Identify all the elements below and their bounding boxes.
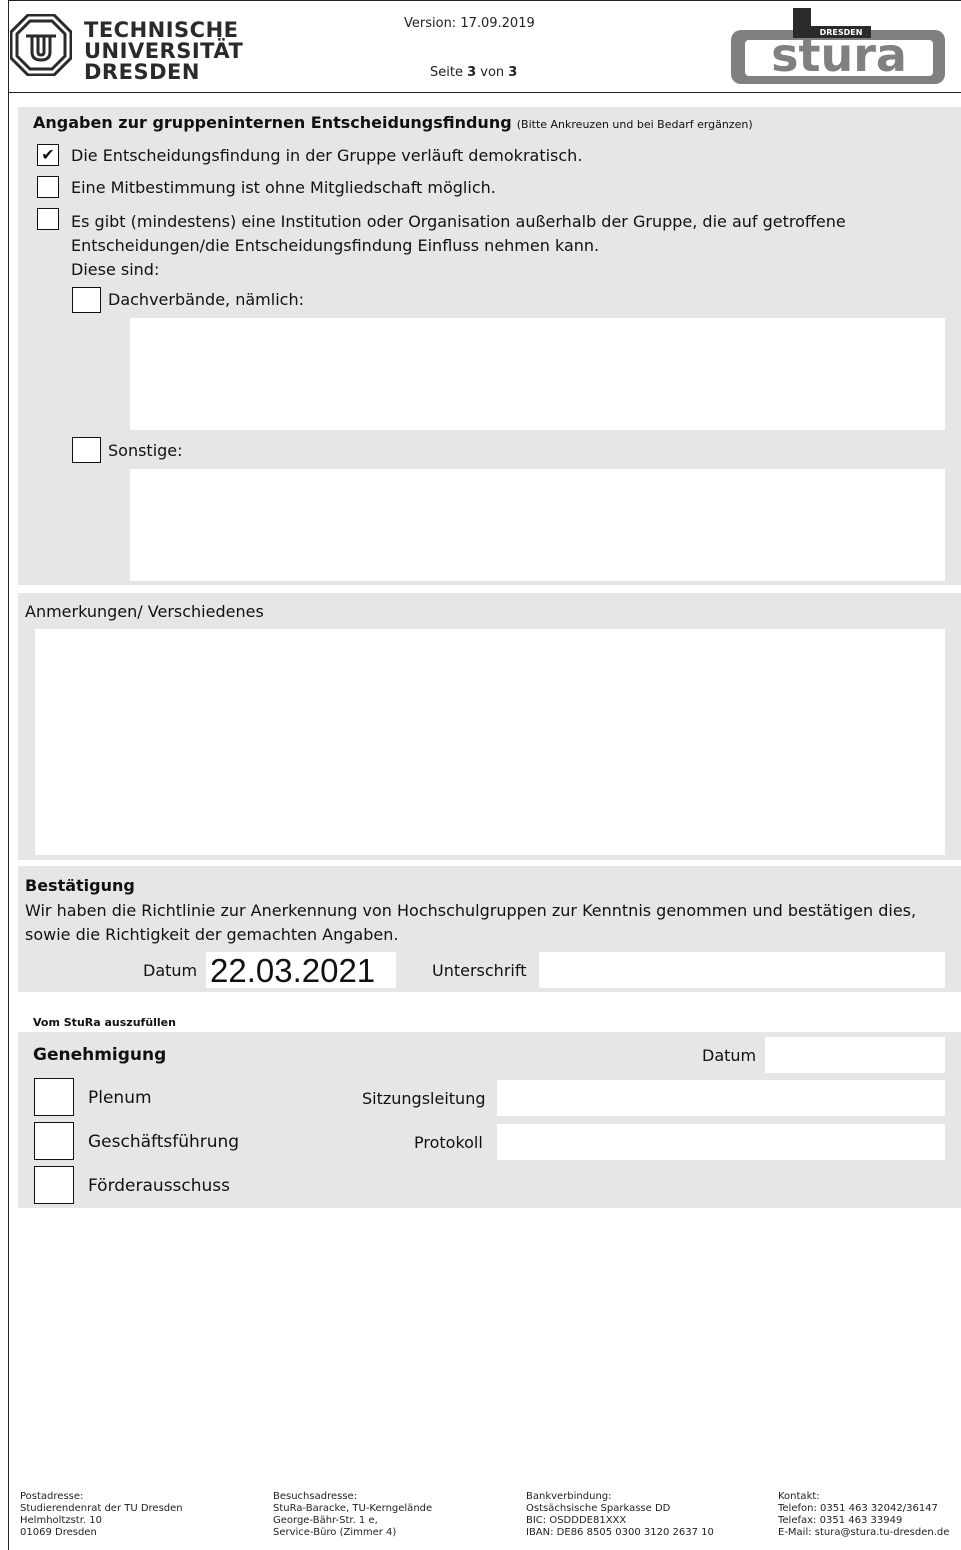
version-label: Version: 17.09.2019: [404, 16, 535, 31]
stura-caption: Vom StuRa auszufüllen: [33, 1016, 176, 1029]
footer-contact: Kontakt: Telefon: 0351 463 32042/36147 Tel…: [778, 1491, 950, 1538]
minutes-field[interactable]: [497, 1124, 945, 1160]
stura-logo-icon: stura DRESDEN: [731, 8, 945, 84]
umbrella-orgs-label: Dachverbände, nämlich:: [108, 290, 304, 309]
checkbox-codetermination[interactable]: [37, 176, 59, 198]
checkbox-plenum[interactable]: [34, 1078, 74, 1116]
signature-field[interactable]: [539, 952, 945, 988]
confirmation-date-field[interactable]: 22.03.2021: [206, 952, 396, 989]
notes-field[interactable]: [35, 629, 945, 855]
umbrella-orgs-field[interactable]: [130, 318, 945, 430]
page-frame-left: [8, 0, 9, 1550]
option-external-influence-label: Es gibt (mindestens) eine Institution od…: [71, 212, 846, 279]
signature-label: Unterschrift: [432, 961, 527, 980]
checkbox-external-influence[interactable]: [37, 208, 59, 230]
funding-committee-label: Förderausschuss: [88, 1176, 231, 1196]
checkbox-democratic[interactable]: ✔: [37, 144, 59, 166]
tu-logo-line-3: DRESDEN: [84, 60, 200, 84]
checkbox-umbrella-orgs[interactable]: [72, 287, 101, 313]
notes-title: Anmerkungen/ Verschiedenes: [25, 602, 264, 621]
option-democratic-label: Die Entscheidungsfindung in der Gruppe v…: [71, 146, 583, 165]
tu-dresden-logo-icon: [9, 13, 73, 77]
meeting-lead-field[interactable]: [497, 1080, 945, 1116]
page-number: Seite 3 von 3: [430, 65, 518, 80]
footer-bank: Bankverbindung: Ostsächsische Sparkasse D…: [526, 1491, 714, 1538]
footer-postal-address: Postadresse: Studierendenrat der TU Dresd…: [20, 1491, 183, 1538]
plenum-label: Plenum: [88, 1088, 152, 1108]
svg-text:DRESDEN: DRESDEN: [820, 28, 863, 37]
checkbox-funding-committee[interactable]: [34, 1166, 74, 1204]
approval-date-field[interactable]: [765, 1037, 945, 1073]
stura-logo: stura DRESDEN: [729, 8, 949, 86]
confirmation-title: Bestätigung: [25, 876, 135, 895]
tu-logo-line-1: TECHNISCHE: [84, 18, 239, 42]
confirmation-date-label: Datum: [143, 961, 198, 980]
option-codetermination-label: Eine Mitbestimmung ist ohne Mitgliedscha…: [71, 178, 496, 197]
header-divider: [8, 92, 961, 93]
meeting-lead-label: Sitzungsleitung: [362, 1089, 486, 1108]
page-frame-top: [8, 0, 961, 1]
tu-logo-line-2: UNIVERSITÄT: [84, 39, 244, 63]
other-label: Sonstige:: [108, 441, 183, 460]
footer-visit-address: Besuchsadresse: StuRa-Baracke, TU-Kerngel…: [273, 1491, 433, 1538]
checkbox-other[interactable]: [72, 437, 101, 463]
other-field[interactable]: [130, 469, 945, 581]
confirmation-text: Wir haben die Richtlinie zur Anerkennung…: [25, 901, 917, 944]
minutes-label: Protokoll: [414, 1133, 483, 1152]
management-label: Geschäftsführung: [88, 1132, 240, 1152]
checkbox-management[interactable]: [34, 1122, 74, 1160]
decision-title: Angaben zur gruppeninternen Entscheidung…: [33, 113, 753, 132]
approval-title: Genehmigung: [33, 1045, 167, 1065]
approval-date-label: Datum: [702, 1046, 757, 1065]
